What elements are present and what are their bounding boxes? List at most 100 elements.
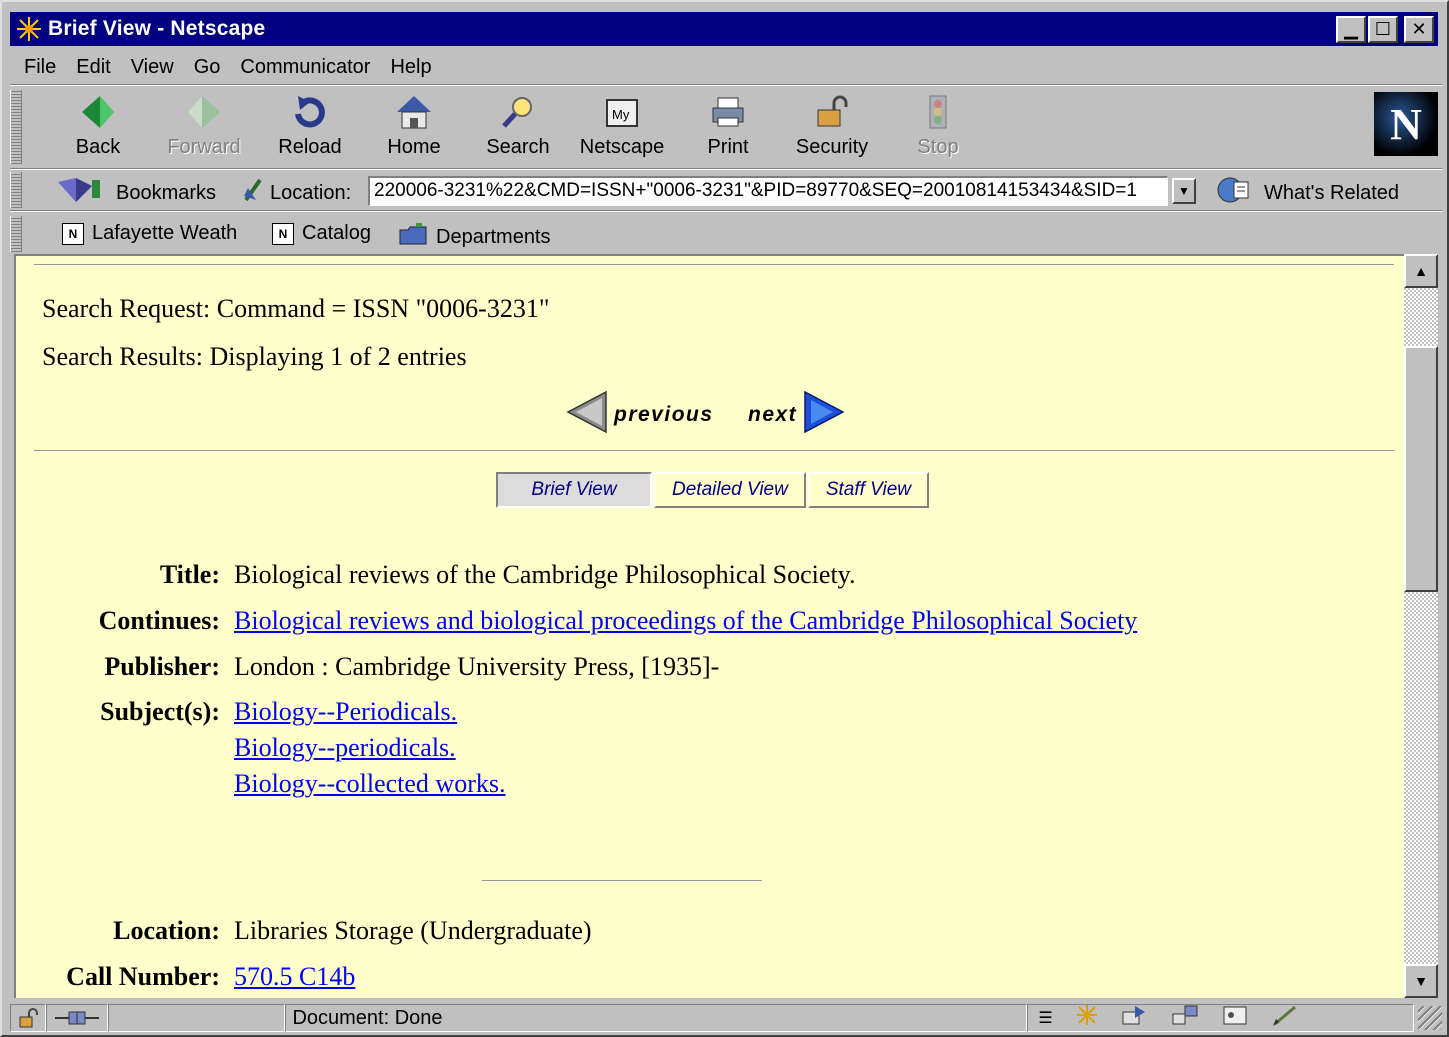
menu-bar: File Edit View Go Communicator Help: [14, 50, 442, 84]
close-button[interactable]: ✕: [1404, 15, 1434, 43]
minimize-icon: ▁: [1344, 18, 1358, 39]
menu-help[interactable]: Help: [380, 56, 441, 79]
horizontal-rule: [34, 264, 1394, 266]
callnumber-label: Call Number:: [66, 962, 220, 991]
title-value: Biological reviews of the Cambridge Phil…: [234, 560, 856, 589]
url-input[interactable]: 220006-3231%22&CMD=ISSN+"0006-3231"&PID=…: [368, 176, 1168, 206]
print-label: Print: [707, 136, 749, 158]
previous-button[interactable]: previous: [566, 390, 714, 440]
component-bar: ☰: [1027, 1004, 1415, 1032]
subject-link[interactable]: Biology--periodicals.: [234, 733, 456, 762]
scroll-up-arrow-icon: ▲: [1414, 263, 1428, 279]
reload-button[interactable]: Reload: [260, 92, 360, 164]
bookmarks-label: Bookmarks: [116, 181, 217, 204]
security-button[interactable]: Security: [782, 92, 882, 164]
forward-arrow-icon: [184, 92, 224, 132]
back-label: Back: [75, 136, 121, 158]
publisher-value: London : Cambridge University Press, [19…: [234, 652, 720, 681]
bookmark-item-label: Lafayette Weath: [92, 222, 238, 244]
vertical-scrollbar[interactable]: ▲ ▼: [1404, 254, 1438, 998]
scroll-down-button[interactable]: ▼: [1404, 964, 1438, 998]
subject-link[interactable]: Biology--collected works.: [234, 769, 506, 798]
maximize-icon: ☐: [1374, 18, 1392, 39]
record-title-row: Title: Biological reviews of the Cambrid…: [16, 560, 856, 590]
menu-communicator[interactable]: Communicator: [230, 56, 380, 79]
netscape-logo[interactable]: N: [1374, 92, 1438, 156]
padlock-icon: [812, 92, 852, 132]
composer-icon[interactable]: [1271, 1004, 1299, 1032]
back-button[interactable]: Back: [48, 92, 148, 164]
divider: [10, 84, 1442, 86]
view-tabs: Brief View Detailed View Staff View: [496, 472, 931, 508]
title-bar: Brief View - Netscape ▁ ☐ ✕: [10, 12, 1438, 46]
component-bar-grip-icon[interactable]: ☰: [1038, 1008, 1052, 1028]
toolbar-grip[interactable]: [10, 216, 22, 252]
toolbar-grip[interactable]: [10, 90, 22, 164]
reload-label: Reload: [278, 136, 342, 158]
subject-link[interactable]: Biology--Periodicals.: [234, 697, 457, 726]
callnumber-link[interactable]: 570.5 C14b: [234, 962, 355, 991]
location-toolbar: Bookmarks Location: 220006-3231%22&CMD=I…: [10, 170, 1442, 210]
stop-icon: [918, 92, 958, 132]
address-book-icon[interactable]: [1221, 1004, 1249, 1032]
bookmark-item-catalog[interactable]: N Catalog: [272, 222, 371, 245]
bookmark-folder-label: Departments: [436, 225, 551, 248]
menu-view[interactable]: View: [121, 56, 184, 79]
home-button[interactable]: Home: [364, 92, 464, 164]
maximize-button[interactable]: ☐: [1368, 15, 1398, 43]
back-arrow-icon: [78, 92, 118, 132]
toolbar-grip[interactable]: [10, 172, 22, 208]
location-icon[interactable]: [242, 178, 264, 208]
left-arrow-icon: [566, 390, 608, 440]
previous-label: previous: [614, 403, 714, 426]
stop-button[interactable]: Stop: [888, 92, 988, 164]
tab-brief-view[interactable]: Brief View: [496, 472, 652, 508]
whats-related-button[interactable]: What's Related: [1216, 176, 1399, 210]
minimize-button[interactable]: ▁: [1336, 15, 1366, 43]
scroll-up-button[interactable]: ▲: [1404, 254, 1438, 288]
print-button[interactable]: Print: [678, 92, 778, 164]
menu-file[interactable]: File: [14, 56, 66, 79]
search-icon: [498, 92, 538, 132]
location-label-group: Location:: [242, 178, 351, 208]
location-label: Location:: [113, 916, 220, 945]
netscape-label: Netscape: [579, 136, 665, 158]
resize-grip-icon[interactable]: [1418, 1006, 1443, 1030]
next-label: next: [748, 403, 798, 426]
svg-text:My: My: [612, 107, 630, 122]
newsgroups-icon[interactable]: [1171, 1004, 1199, 1032]
stop-label: Stop: [917, 136, 959, 158]
search-button[interactable]: Search: [468, 92, 568, 164]
scroll-thumb[interactable]: [1404, 346, 1438, 592]
window-title: Brief View - Netscape: [48, 17, 266, 40]
scroll-down-arrow-icon: ▼: [1414, 973, 1428, 989]
my-netscape-button[interactable]: My Netscape: [572, 92, 672, 164]
page-content[interactable]: Search Request: Command = ISSN "0006-323…: [14, 254, 1404, 998]
menu-edit[interactable]: Edit: [66, 56, 120, 79]
personal-toolbar: N Lafayette Weath N Catalog Departments: [10, 214, 1442, 254]
bookmarks-button[interactable]: Bookmarks: [56, 176, 216, 210]
record-publisher-row: Publisher: London : Cambridge University…: [16, 652, 719, 682]
next-button[interactable]: next: [748, 390, 845, 440]
menu-go[interactable]: Go: [184, 56, 231, 79]
location-value: Libraries Storage (Undergraduate): [234, 916, 592, 945]
title-label: Title:: [159, 560, 220, 589]
home-icon: [394, 92, 434, 132]
bookmark-item-lafayette-weather[interactable]: N Lafayette Weath: [62, 222, 237, 245]
home-label: Home: [387, 136, 441, 158]
tab-staff-view[interactable]: Staff View: [807, 472, 930, 508]
tab-detailed-view[interactable]: Detailed View: [654, 472, 806, 508]
security-status-icon[interactable]: [10, 1004, 46, 1032]
mail-icon[interactable]: [1121, 1004, 1149, 1032]
horizontal-rule: [482, 880, 762, 882]
netscape-app-icon: [14, 14, 44, 44]
navigator-icon[interactable]: [1075, 1004, 1099, 1032]
bookmark-folder-departments[interactable]: Departments: [398, 222, 551, 252]
url-dropdown-button[interactable]: ▼: [1172, 178, 1196, 204]
record-continues-row: Continues: Biological reviews and biolog…: [16, 606, 1138, 636]
continues-link[interactable]: Biological reviews and biological procee…: [234, 606, 1137, 635]
bookmark-page-icon: N: [272, 222, 294, 245]
forward-button[interactable]: Forward: [154, 92, 254, 164]
continues-label: Continues:: [98, 606, 220, 635]
browser-window: Brief View - Netscape ▁ ☐ ✕ File Edit Vi…: [0, 0, 1449, 1037]
